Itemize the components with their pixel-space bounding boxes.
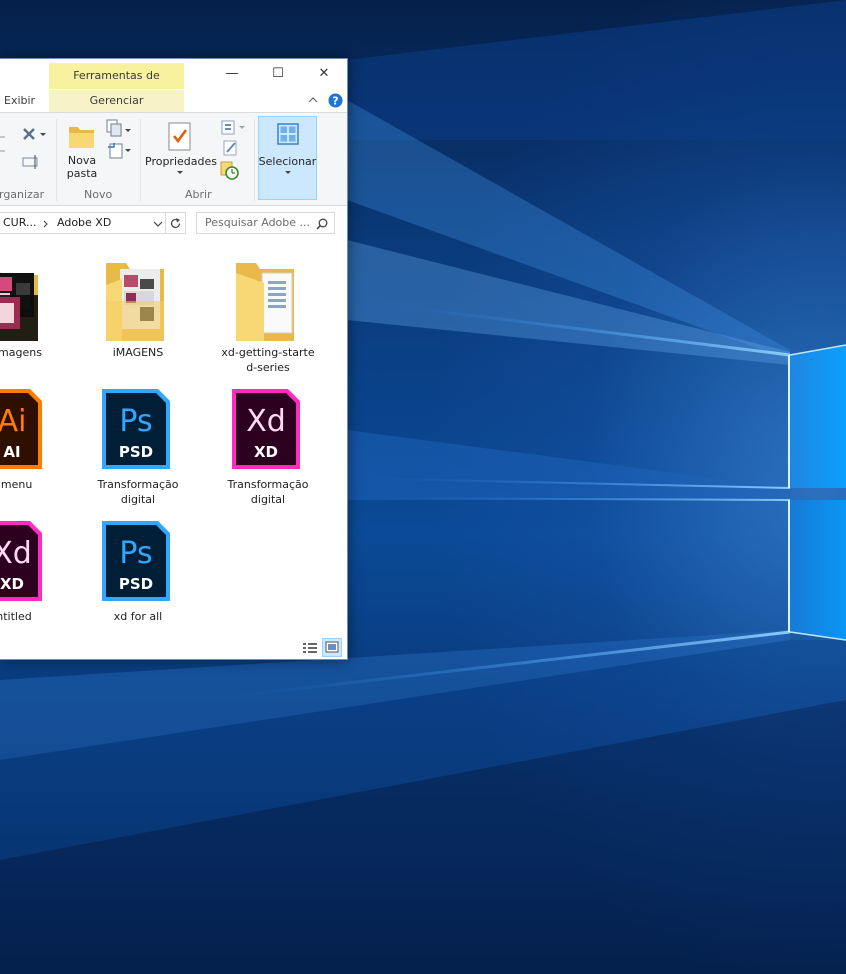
- ps-badge-top: Ps: [119, 404, 152, 439]
- search-input[interactable]: Pesquisar Adobe ...: [196, 212, 335, 234]
- folder-images-icon[interactable]: [0, 255, 44, 343]
- collapse-ribbon-icon[interactable]: [308, 96, 318, 104]
- organize-partial-icon[interactable]: [0, 125, 8, 165]
- properties-button[interactable]: Propriedades: [145, 155, 217, 168]
- ps-badge-bottom: PSD: [119, 443, 153, 461]
- svg-text:?: ?: [332, 95, 338, 108]
- select-grid-icon[interactable]: [277, 123, 299, 145]
- folder-imagens-icon[interactable]: [102, 255, 174, 343]
- item-label-untitled[interactable]: ntitled: [0, 609, 54, 624]
- new-folder-label-line1[interactable]: Nova: [62, 154, 102, 167]
- ai-badge-bottom: AI: [3, 443, 20, 461]
- file-list[interactable]: magens iMAGENS xd-getting-starte d-serie…: [0, 241, 347, 637]
- illustrator-file-icon[interactable]: Ai AI: [0, 385, 44, 473]
- group-separator: [254, 119, 255, 201]
- properties-icon[interactable]: [166, 121, 194, 153]
- ribbon: rganizar Nova pasta Novo Propriedades Ab…: [0, 113, 347, 206]
- open-icon[interactable]: [220, 119, 250, 137]
- item-label-xd-for-all[interactable]: xd for all: [88, 609, 188, 624]
- group-label-organize: rganizar: [0, 188, 45, 201]
- large-icons-view-button[interactable]: [322, 638, 342, 657]
- item-label-line1[interactable]: Transformação: [218, 477, 318, 492]
- close-button[interactable]: ✕: [301, 59, 347, 89]
- photoshop-file-icon[interactable]: Ps PSD: [100, 385, 172, 473]
- select-dropdown-icon[interactable]: [284, 170, 292, 176]
- item-label-line2[interactable]: d-series: [216, 360, 320, 375]
- breadcrumb-current[interactable]: Adobe XD: [57, 216, 111, 229]
- item-label-xd-getting-started: xd-getting-starte d-series: [216, 345, 320, 375]
- tab-view[interactable]: Exibir: [4, 90, 35, 112]
- address-divider: [165, 213, 166, 233]
- title-bar[interactable]: Ferramentas de Imagem — ☐ ✕: [0, 59, 347, 108]
- photoshop-xd-for-all-icon[interactable]: Ps PSD: [100, 517, 172, 605]
- context-tab-image-tools[interactable]: Ferramentas de Imagem: [49, 63, 184, 108]
- search-icon[interactable]: [316, 218, 328, 230]
- history-icon[interactable]: [220, 161, 240, 181]
- psd2-badge-top: Ps: [119, 536, 152, 571]
- address-box[interactable]: CUR... Adobe XD: [0, 212, 186, 234]
- item-label-imagens[interactable]: iMAGENS: [97, 345, 179, 360]
- group-separator: [56, 119, 57, 201]
- delete-icon[interactable]: [22, 127, 48, 143]
- new-item-icon[interactable]: [106, 119, 132, 139]
- item-label-line1[interactable]: xd-getting-starte: [216, 345, 320, 360]
- help-icon[interactable]: ?: [328, 93, 343, 108]
- xd-untitled-file-icon[interactable]: Xd XD: [0, 517, 44, 605]
- item-label-line2[interactable]: digital: [88, 492, 188, 507]
- xd-untitled-badge-top: Xd: [0, 536, 32, 571]
- item-label-magens[interactable]: magens: [0, 345, 60, 360]
- large-icons-view-icon: [325, 641, 339, 653]
- properties-dropdown-icon[interactable]: [176, 170, 184, 176]
- folder-xd-getting-started-icon[interactable]: [232, 255, 304, 343]
- breadcrumb-prev[interactable]: CUR...: [3, 216, 36, 229]
- item-label-transformacao-xd: Transformação digital: [218, 477, 318, 507]
- group-separator: [140, 119, 141, 201]
- item-label-lo-menu[interactable]: lo menu: [0, 477, 50, 492]
- tab-manage[interactable]: Gerenciar: [49, 90, 184, 112]
- address-dropdown-icon[interactable]: [153, 220, 163, 228]
- refresh-icon[interactable]: [169, 217, 182, 230]
- file-explorer-window: Ferramentas de Imagem — ☐ ✕ Exibir Geren…: [0, 58, 348, 660]
- item-label-line2[interactable]: digital: [218, 492, 318, 507]
- maximize-button[interactable]: ☐: [255, 59, 301, 89]
- psd2-badge-bottom: PSD: [119, 575, 153, 593]
- address-bar: CUR... Adobe XD Pesquisar Adobe ...: [0, 206, 347, 240]
- rename-icon[interactable]: [22, 153, 42, 173]
- new-folder-icon[interactable]: [66, 121, 98, 151]
- easy-access-icon[interactable]: [106, 141, 132, 161]
- edit-icon[interactable]: [222, 139, 240, 157]
- group-label-open: Abrir: [185, 188, 212, 201]
- xd-file-icon[interactable]: Xd XD: [230, 385, 302, 473]
- minimize-button[interactable]: —: [209, 59, 255, 89]
- group-label-new: Novo: [84, 188, 113, 201]
- ai-badge-top: Ai: [0, 404, 26, 439]
- new-folder-label-line2[interactable]: pasta: [62, 167, 102, 180]
- details-view-icon[interactable]: [302, 641, 318, 655]
- status-bar: [0, 637, 347, 659]
- xd-untitled-badge-bottom: XD: [0, 575, 24, 593]
- item-label-line1[interactable]: Transformação: [88, 477, 188, 492]
- item-label-transformacao-psd: Transformação digital: [88, 477, 188, 507]
- breadcrumb-chevron-icon[interactable]: [43, 220, 49, 228]
- xd-badge-top: Xd: [246, 404, 286, 439]
- select-button[interactable]: Selecionar: [258, 155, 317, 168]
- xd-badge-bottom: XD: [254, 443, 278, 461]
- ribbon-tab-strip: Exibir Gerenciar ?: [0, 90, 347, 113]
